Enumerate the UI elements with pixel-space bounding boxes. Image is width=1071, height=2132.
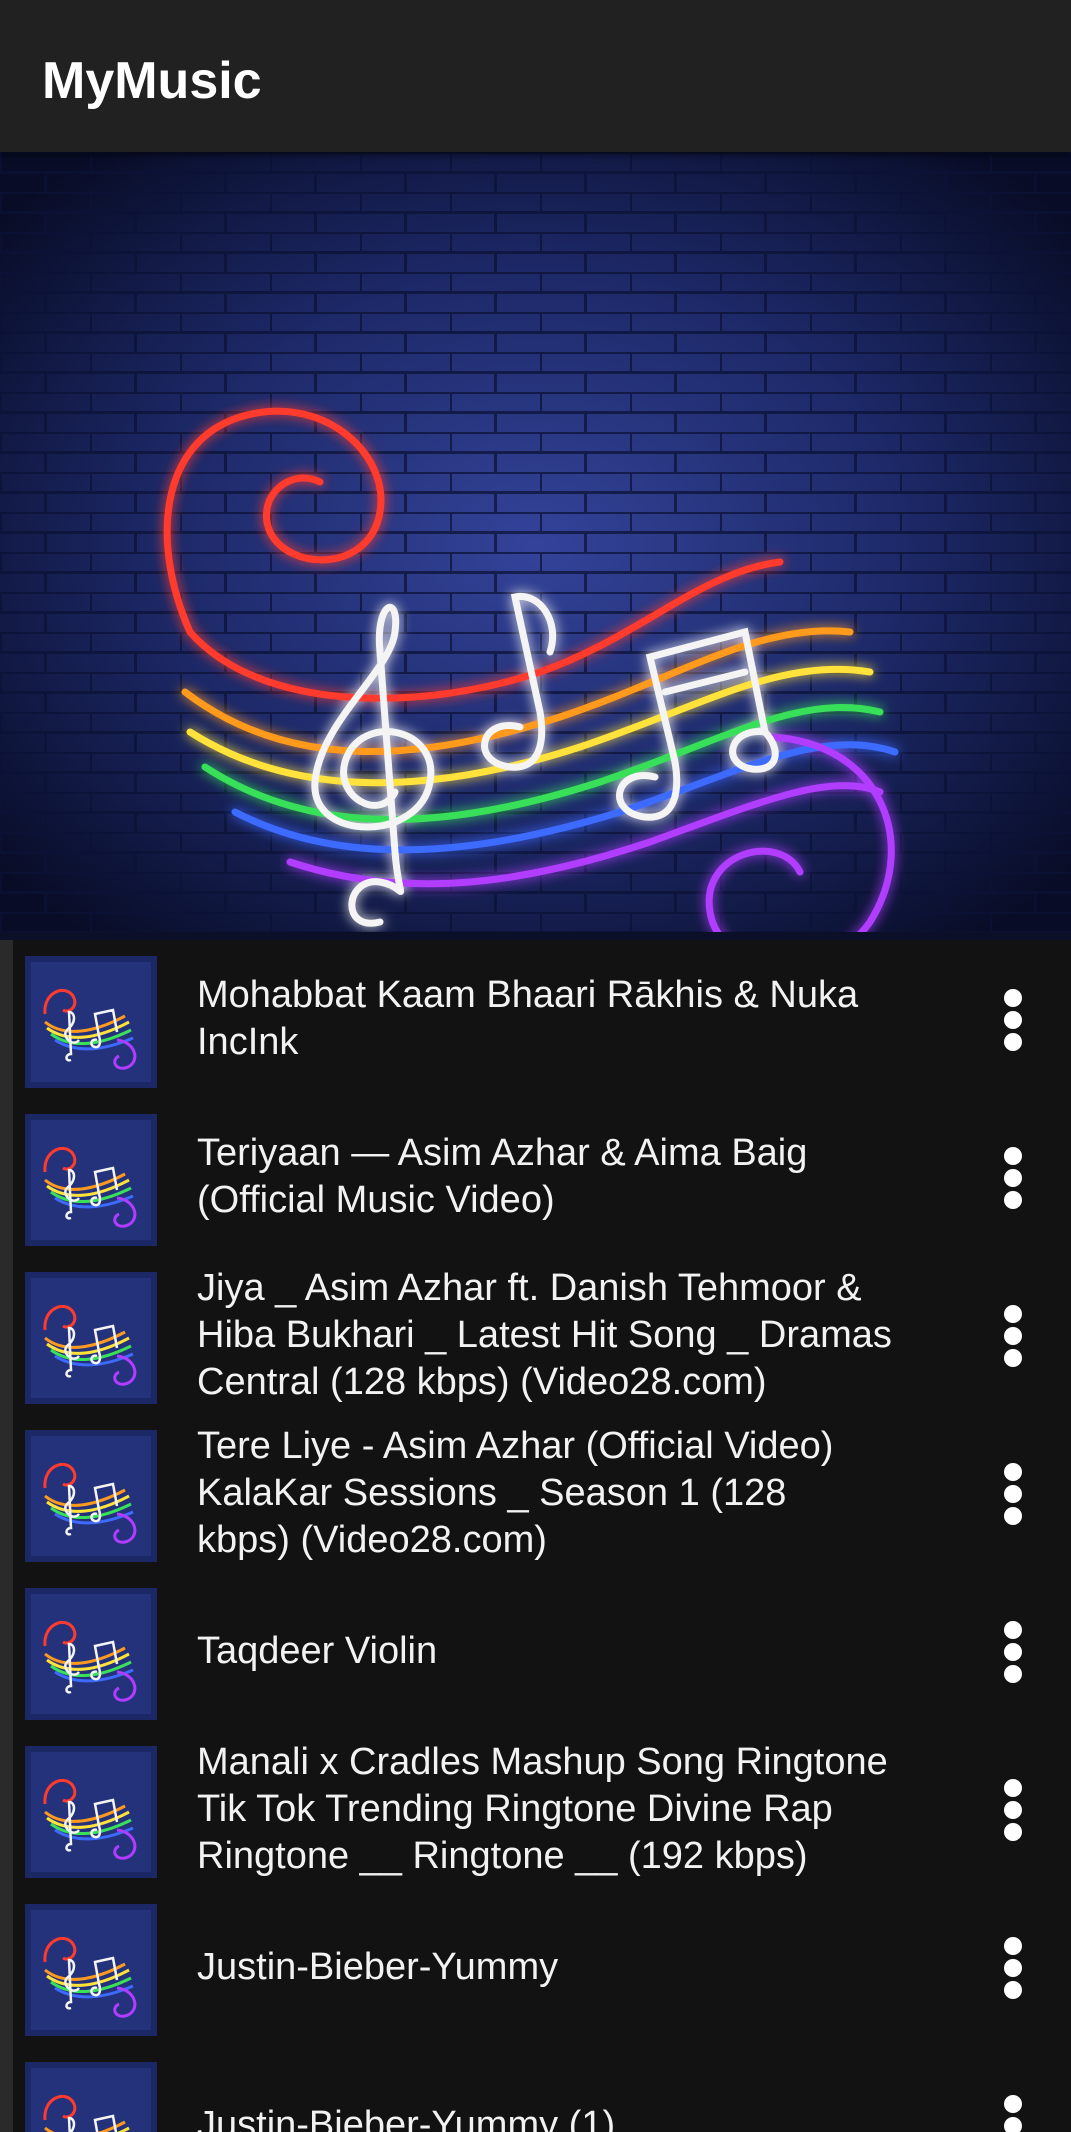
song-list-item[interactable]: Tere Liye - Asim Azhar (Official Video) … xyxy=(13,1414,1071,1572)
song-list-item[interactable]: Jiya _ Asim Azhar ft. Danish Tehmoor & H… xyxy=(13,1256,1071,1414)
song-thumbnail xyxy=(25,2062,157,2132)
song-list-item[interactable]: Manali x Cradles Mashup Song Ringtone Ti… xyxy=(13,1730,1071,1888)
app-title: MyMusic xyxy=(42,52,262,110)
hero-banner xyxy=(0,152,1071,940)
song-list-item[interactable]: Teriyaan — Asim Azhar & Aima Baig (Offic… xyxy=(13,1098,1071,1256)
song-list-item[interactable]: Taqdeer Violin xyxy=(13,1572,1071,1730)
song-list-item[interactable]: Mohabbat Kaam Bhaari Rākhis & Nuka IncIn… xyxy=(13,940,1071,1098)
song-thumbnail xyxy=(25,1430,157,1562)
more-vertical-icon[interactable] xyxy=(978,1928,1050,2008)
song-title: Mohabbat Kaam Bhaari Rākhis & Nuka IncIn… xyxy=(197,974,859,1063)
song-title: Tere Liye - Asim Azhar (Official Video) … xyxy=(197,1424,834,1561)
neon-music-notes-image xyxy=(0,152,1071,940)
more-vertical-icon[interactable] xyxy=(978,1612,1050,1692)
more-vertical-icon[interactable] xyxy=(978,1770,1050,1850)
song-title: Jiya _ Asim Azhar ft. Danish Tehmoor & H… xyxy=(197,1266,892,1403)
song-thumbnail xyxy=(25,956,157,1088)
song-title: Manali x Cradles Mashup Song Ringtone Ti… xyxy=(197,1740,888,1877)
song-list[interactable]: Mohabbat Kaam Bhaari Rākhis & Nuka IncIn… xyxy=(13,940,1071,2132)
song-list-item[interactable]: Justin-Bieber-Yummy (1) xyxy=(13,2046,1071,2132)
song-thumbnail xyxy=(25,1272,157,1404)
song-list-item[interactable]: Justin-Bieber-Yummy xyxy=(13,1888,1071,2046)
song-thumbnail xyxy=(25,1588,157,1720)
more-vertical-icon[interactable] xyxy=(978,1454,1050,1534)
song-title: Taqdeer Violin xyxy=(197,1629,438,1672)
song-thumbnail xyxy=(25,1746,157,1878)
song-thumbnail xyxy=(25,1904,157,2036)
song-title: Teriyaan — Asim Azhar & Aima Baig (Offic… xyxy=(197,1132,808,1221)
more-vertical-icon[interactable] xyxy=(978,1138,1050,1218)
song-title: Justin-Bieber-Yummy (1) xyxy=(197,2103,616,2132)
song-thumbnail xyxy=(25,1114,157,1246)
more-vertical-icon[interactable] xyxy=(978,1296,1050,1376)
song-title: Justin-Bieber-Yummy xyxy=(197,1945,559,1988)
scroll-rail xyxy=(0,940,13,2132)
more-vertical-icon[interactable] xyxy=(978,2086,1050,2132)
app-bar: MyMusic xyxy=(0,0,1071,152)
more-vertical-icon[interactable] xyxy=(978,980,1050,1060)
